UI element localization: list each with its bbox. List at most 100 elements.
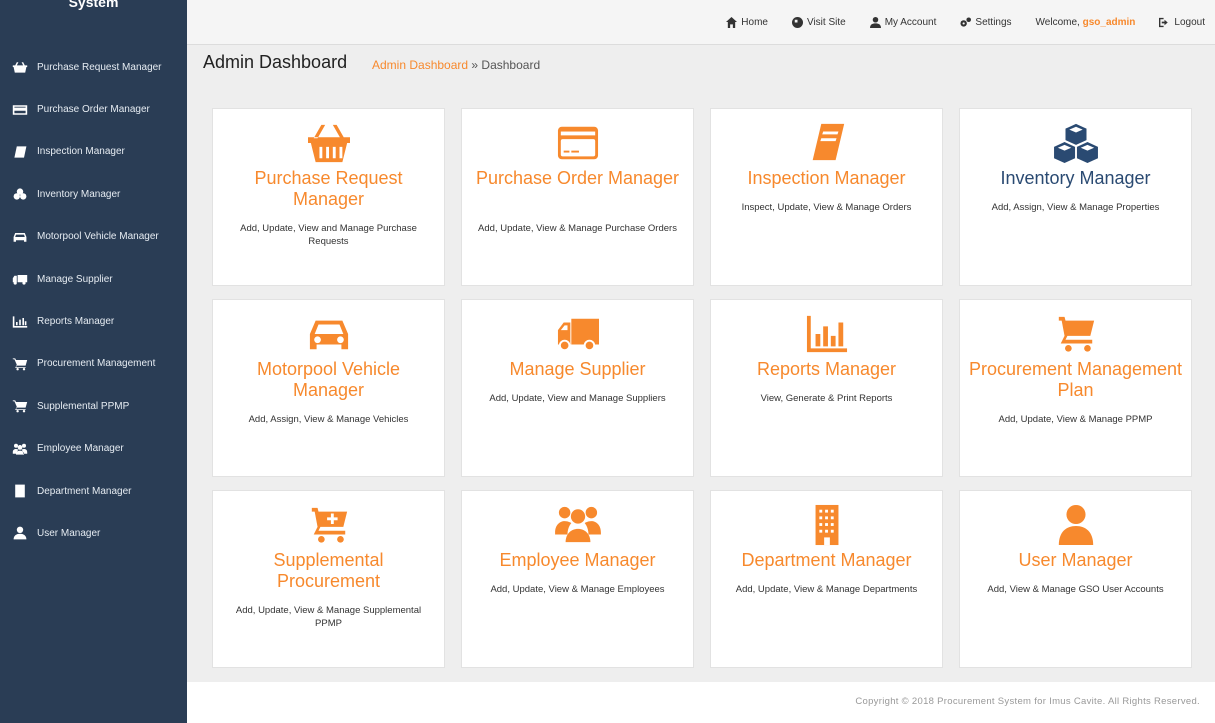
brand-title: System bbox=[68, 0, 119, 10]
logout-link[interactable]: Logout bbox=[1159, 17, 1205, 28]
cart-plus-icon bbox=[11, 399, 29, 413]
card-title: Reports Manager bbox=[756, 359, 897, 379]
users-icon bbox=[554, 506, 601, 543]
card-title: Department Manager bbox=[741, 550, 912, 570]
my-account-link[interactable]: My Account bbox=[869, 17, 937, 28]
user-icon bbox=[1058, 504, 1093, 546]
basket-icon bbox=[307, 124, 350, 163]
card-title: Purchase Request Manager bbox=[254, 168, 403, 209]
sidebar-item-employee[interactable]: Employee Manager bbox=[0, 428, 187, 470]
bar-chart-icon bbox=[806, 315, 847, 353]
user-icon bbox=[11, 526, 29, 540]
card-description: Add, Update, View & Manage Purchase Orde… bbox=[478, 223, 677, 234]
car-icon bbox=[11, 230, 29, 244]
sidebar-nav: Purchase Request Manager Purchase Order … bbox=[0, 46, 187, 555]
card-title: User Manager bbox=[1018, 550, 1133, 570]
card-purchase-request[interactable]: Purchase Request Manager Add, Update, Vi… bbox=[212, 108, 445, 286]
sidebar-item-reports[interactable]: Reports Manager bbox=[0, 300, 187, 342]
sidebar-item-label: Department Manager bbox=[37, 485, 132, 497]
card-user[interactable]: User Manager Add, View & Manage GSO User… bbox=[959, 490, 1192, 668]
welcome-text: Welcome, gso_admin bbox=[1036, 17, 1136, 28]
card-description: Add, Assign, View & Manage Properties bbox=[991, 202, 1160, 213]
sidebar-item-label: Inspection Manager bbox=[37, 146, 125, 158]
home-link[interactable]: Home bbox=[726, 17, 768, 28]
page-title: Admin Dashboard bbox=[203, 52, 348, 72]
welcome-prefix: Welcome, bbox=[1035, 17, 1080, 28]
sidebar-item-label: Employee Manager bbox=[37, 443, 124, 455]
username: gso_admin bbox=[1082, 17, 1136, 28]
sidebar-item-label: Purchase Request Manager bbox=[37, 61, 162, 73]
sidebar-item-label: Procurement Management bbox=[37, 358, 156, 370]
sidebar-item-label: Reports Manager bbox=[37, 316, 115, 328]
sidebar-item-user[interactable]: User Manager bbox=[0, 512, 187, 554]
cart-icon bbox=[1058, 316, 1094, 352]
cubes-icon bbox=[1053, 123, 1098, 164]
breadcrumb-separator: » bbox=[468, 58, 482, 72]
building-icon bbox=[11, 484, 29, 498]
sidebar-item-purchase-request[interactable]: Purchase Request Manager bbox=[0, 46, 187, 88]
card-title: Employee Manager bbox=[499, 550, 656, 570]
sidebar-item-label: Inventory Manager bbox=[37, 188, 121, 200]
sidebar-item-procurement[interactable]: Procurement Management bbox=[0, 343, 187, 385]
my-account-label: My Account bbox=[884, 17, 937, 28]
sign-out-icon bbox=[1159, 17, 1169, 28]
card-inspection[interactable]: Inspection Manager Inspect, Update, View… bbox=[710, 108, 943, 286]
card-purchase-order[interactable]: Purchase Order Manager Add, Update, View… bbox=[461, 108, 694, 286]
card-employee[interactable]: Employee Manager Add, Update, View & Man… bbox=[461, 490, 694, 668]
card-title: Motorpool Vehicle Manager bbox=[256, 359, 401, 400]
card-reports[interactable]: Reports Manager View, Generate & Print R… bbox=[710, 299, 943, 477]
car-icon bbox=[309, 320, 348, 350]
top-nav-links: Home Visit Site My Account Settings Welc… bbox=[702, 0, 1205, 45]
top-navbar: Home Visit Site My Account Settings Welc… bbox=[187, 0, 1215, 45]
cart-plus-icon bbox=[311, 507, 347, 543]
building-icon bbox=[815, 504, 838, 546]
sidebar-item-motorpool[interactable]: Motorpool Vehicle Manager bbox=[0, 216, 187, 258]
card-title: Inspection Manager bbox=[747, 168, 906, 188]
card-manage-supplier[interactable]: Manage Supplier Add, Update, View and Ma… bbox=[461, 299, 694, 477]
card-inventory[interactable]: Inventory Manager Add, Assign, View & Ma… bbox=[959, 108, 1192, 286]
cubes-icon bbox=[11, 187, 29, 201]
card-description: Add, Update, View and Manage Suppliers bbox=[489, 393, 666, 404]
settings-label: Settings bbox=[975, 17, 1012, 28]
card-title: Inventory Manager bbox=[1000, 168, 1151, 188]
sidebar-item-supplemental[interactable]: Supplemental PPMP bbox=[0, 385, 187, 427]
card-description: Add, Update, View & Manage Employees bbox=[490, 584, 665, 595]
copyright-text: Copyright © 2018 Procurement System for … bbox=[855, 696, 1200, 707]
card-title: Procurement Management Plan bbox=[968, 359, 1183, 400]
breadcrumb: Admin Dashboard » Dashboard bbox=[372, 58, 540, 72]
settings-link[interactable]: Settings bbox=[960, 17, 1012, 28]
book-icon bbox=[11, 145, 29, 159]
card-procurement-plan[interactable]: Procurement Management Plan Add, Update,… bbox=[959, 299, 1192, 477]
visit-site-link[interactable]: Visit Site bbox=[791, 17, 846, 28]
card-motorpool[interactable]: Motorpool Vehicle Manager Add, Assign, V… bbox=[212, 299, 445, 477]
credit-card-icon bbox=[11, 103, 29, 117]
sidebar-item-label: Purchase Order Manager bbox=[37, 104, 150, 116]
card-department[interactable]: Department Manager Add, Update, View & M… bbox=[710, 490, 943, 668]
card-description: Inspect, Update, View & Manage Orders bbox=[741, 202, 912, 213]
users-icon bbox=[11, 442, 29, 456]
home-icon bbox=[726, 17, 738, 28]
breadcrumb-link-admin-dashboard[interactable]: Admin Dashboard bbox=[372, 58, 468, 72]
credit-card-icon bbox=[557, 126, 598, 160]
sidebar-item-manage-supplier[interactable]: Manage Supplier bbox=[0, 258, 187, 300]
user-icon bbox=[869, 17, 881, 28]
sidebar-item-label: User Manager bbox=[37, 527, 101, 539]
card-title: Supplemental Procurement bbox=[273, 550, 384, 591]
sidebar-item-department[interactable]: Department Manager bbox=[0, 470, 187, 512]
basket-icon bbox=[11, 60, 29, 74]
card-description: Add, Update, View & Manage Supplemental … bbox=[235, 605, 422, 629]
card-supplemental[interactable]: Supplemental Procurement Add, Update, Vi… bbox=[212, 490, 445, 668]
sidebar-item-inventory[interactable]: Inventory Manager bbox=[0, 173, 187, 215]
sidebar: System Purchase Request Manager Purchase… bbox=[0, 0, 187, 723]
breadcrumb-current: Dashboard bbox=[481, 58, 541, 72]
truck-icon bbox=[557, 318, 599, 352]
gears-icon bbox=[960, 17, 972, 27]
sidebar-item-label: Supplemental PPMP bbox=[37, 400, 130, 412]
sidebar-item-label: Motorpool Vehicle Manager bbox=[37, 231, 159, 243]
sidebar-item-inspection[interactable]: Inspection Manager bbox=[0, 131, 187, 173]
sidebar-item-purchase-order[interactable]: Purchase Order Manager bbox=[0, 88, 187, 130]
card-description: View, Generate & Print Reports bbox=[760, 393, 893, 404]
bar-chart-icon bbox=[11, 315, 29, 329]
cart-icon bbox=[11, 357, 29, 371]
truck-icon bbox=[11, 272, 29, 286]
